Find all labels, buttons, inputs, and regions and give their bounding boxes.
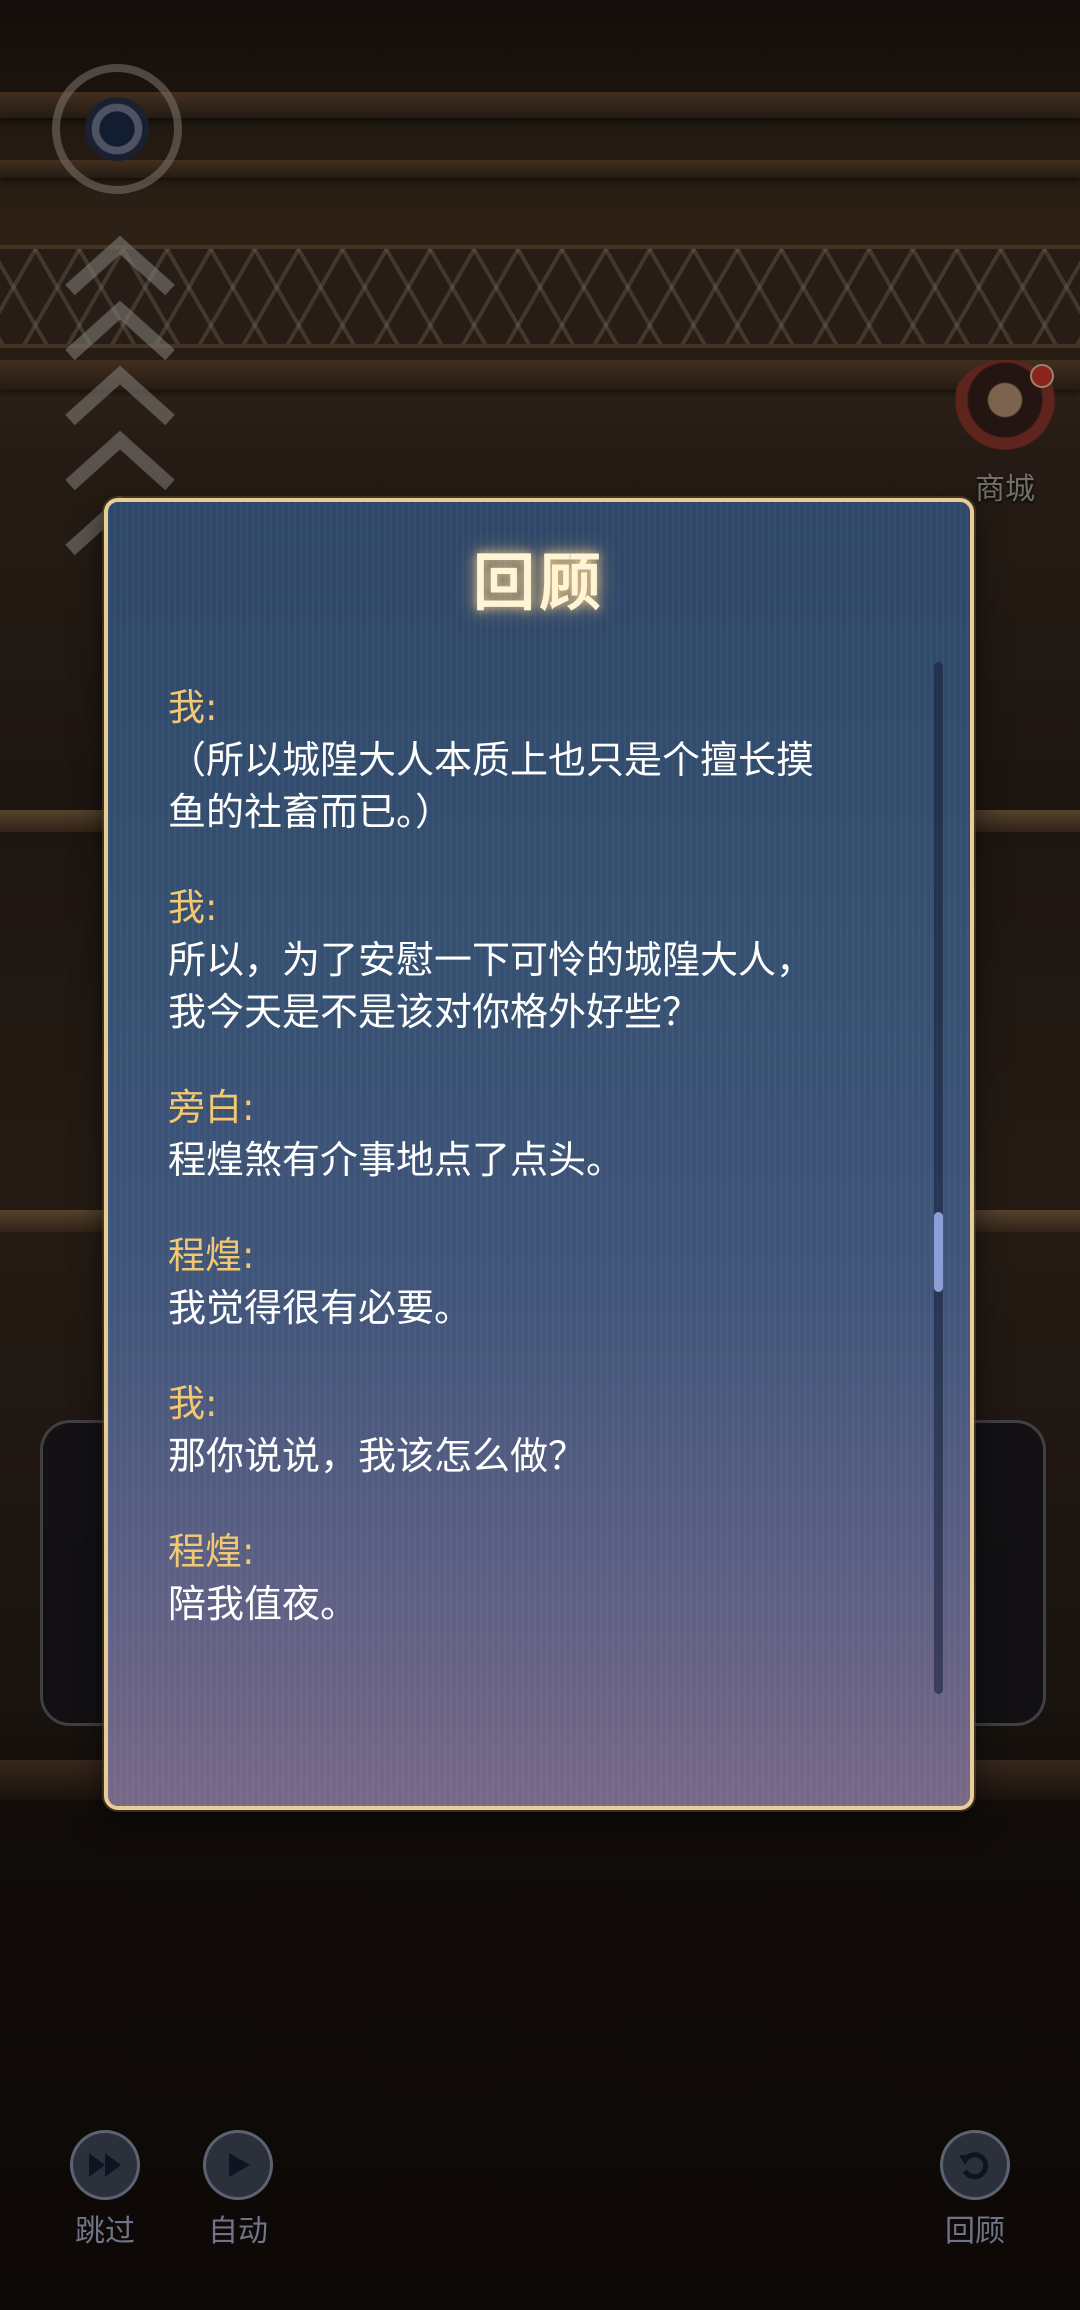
dialog-title: 回顾 (472, 546, 605, 619)
review-dialog: 回顾 我: （所以城隍大人本质上也只是个擅长摸 鱼的社畜而已。） 我: 所以，为… (104, 498, 974, 1810)
speaker-name: 我: (168, 686, 218, 729)
dialogue-text: 那你说说，我该怎么做？ (168, 1434, 587, 1478)
dialogue-text: 程煌煞有介事地点了点头。 (168, 1138, 625, 1182)
dialogue-log[interactable]: 我: （所以城隍大人本质上也只是个擅长摸 鱼的社畜而已。） 我: 所以，为了安慰… (168, 682, 888, 1674)
scrollbar-track[interactable] (934, 662, 943, 1694)
speaker-name: 旁白: (168, 1086, 255, 1129)
speaker-name: 程煌: (168, 1530, 255, 1573)
review-icon (940, 2130, 1010, 2200)
dialogue-text: 陪我值夜。 (168, 1582, 359, 1626)
auto-label: 自动 (208, 2214, 268, 2249)
log-entry: 程煌: 我觉得很有必要。 (168, 1230, 888, 1334)
dialogue-text: （所以城隍大人本质上也只是个擅长摸 鱼的社畜而已。） (168, 738, 815, 834)
skip-button[interactable]: 跳过 (50, 2130, 160, 2250)
speaker-name: 程煌: (168, 1234, 255, 1277)
review-label: 回顾 (945, 2214, 1005, 2249)
log-entry: 我: （所以城隍大人本质上也只是个擅长摸 鱼的社畜而已。） (168, 682, 888, 838)
dialogue-text: 所以，为了安慰一下可怜的城隍大人， 我今天是不是该对你格外好些？ (168, 938, 815, 1034)
log-entry: 旁白: 程煌煞有介事地点了点头。 (168, 1082, 888, 1186)
speaker-name: 我: (168, 1382, 218, 1425)
log-entry: 程煌: 陪我值夜。 (168, 1526, 888, 1630)
skip-label: 跳过 (75, 2214, 135, 2249)
auto-button[interactable]: 自动 (183, 2130, 293, 2250)
dialogue-text: 我觉得很有必要。 (168, 1286, 473, 1330)
review-button[interactable]: 回顾 (920, 2130, 1030, 2250)
scrollbar-thumb[interactable] (934, 1212, 943, 1292)
play-icon (203, 2130, 273, 2200)
fast-forward-icon (70, 2130, 140, 2200)
speaker-name: 我: (168, 886, 218, 929)
log-entry: 我: 所以，为了安慰一下可怜的城隍大人， 我今天是不是该对你格外好些？ (168, 882, 888, 1038)
log-entry: 我: 那你说说，我该怎么做？ (168, 1378, 888, 1482)
